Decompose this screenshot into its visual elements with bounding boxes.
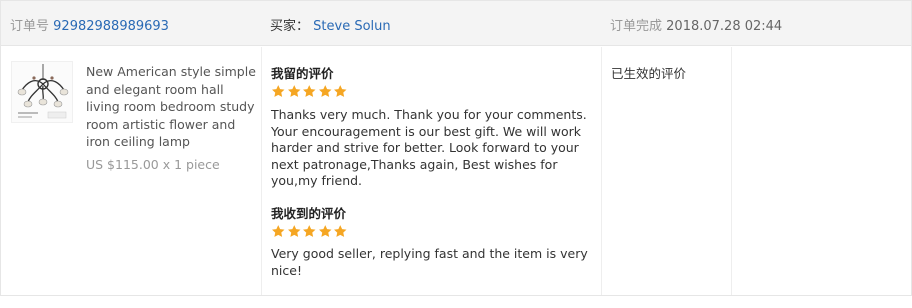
- star-icon: [334, 225, 347, 237]
- star-icon: [334, 85, 347, 97]
- product-image[interactable]: [11, 61, 73, 123]
- order-number-link[interactable]: 92982988989693: [53, 19, 169, 34]
- given-feedback-text: Thanks very much. Thank you for your com…: [271, 107, 587, 188]
- order-card: 订单号 92982988989693 买家： Steve Solun 订单完成 …: [0, 0, 912, 296]
- star-icon: [303, 85, 316, 97]
- buyer-group: 买家： Steve Solun: [270, 15, 391, 34]
- order-completed-label: 订单完成: [610, 19, 663, 34]
- star-icon: [318, 85, 331, 97]
- feedback-status: 已生效的评价: [611, 66, 687, 81]
- given-feedback-rating: [271, 84, 348, 100]
- order-number-group: 订单号 92982988989693: [10, 15, 169, 34]
- star-icon: [272, 225, 285, 237]
- star-icon: [303, 225, 316, 237]
- product-cell: New American style simple and elegant ro…: [1, 47, 262, 295]
- product-price: US $115.00 x 1 piece: [86, 157, 220, 172]
- chandelier-icon: [12, 62, 72, 122]
- buyer-name-link[interactable]: Steve Solun: [313, 19, 390, 34]
- feedback-cell: 我留的评价 Thanks very much. Thank you for yo…: [262, 47, 602, 295]
- star-icon: [287, 85, 300, 97]
- star-icon: [272, 85, 285, 97]
- order-completed-time: 2018.07.28 02:44: [666, 19, 783, 34]
- received-feedback-text: Very good seller, replying fast and the …: [271, 246, 588, 278]
- star-icon: [287, 225, 300, 237]
- status-cell: 已生效的评价: [602, 47, 732, 295]
- product-title-link[interactable]: New American style simple and elegant ro…: [86, 63, 260, 151]
- star-icon: [318, 225, 331, 237]
- buyer-label: 买家：: [270, 19, 310, 34]
- order-number-label: 订单号: [10, 19, 50, 34]
- order-completed-group: 订单完成 2018.07.28 02:44: [610, 15, 782, 34]
- given-feedback-heading: 我留的评价: [271, 66, 334, 81]
- received-feedback-rating: [271, 224, 348, 240]
- received-feedback-heading: 我收到的评价: [271, 206, 347, 221]
- order-header: 订单号 92982988989693 买家： Steve Solun 订单完成 …: [1, 1, 911, 46]
